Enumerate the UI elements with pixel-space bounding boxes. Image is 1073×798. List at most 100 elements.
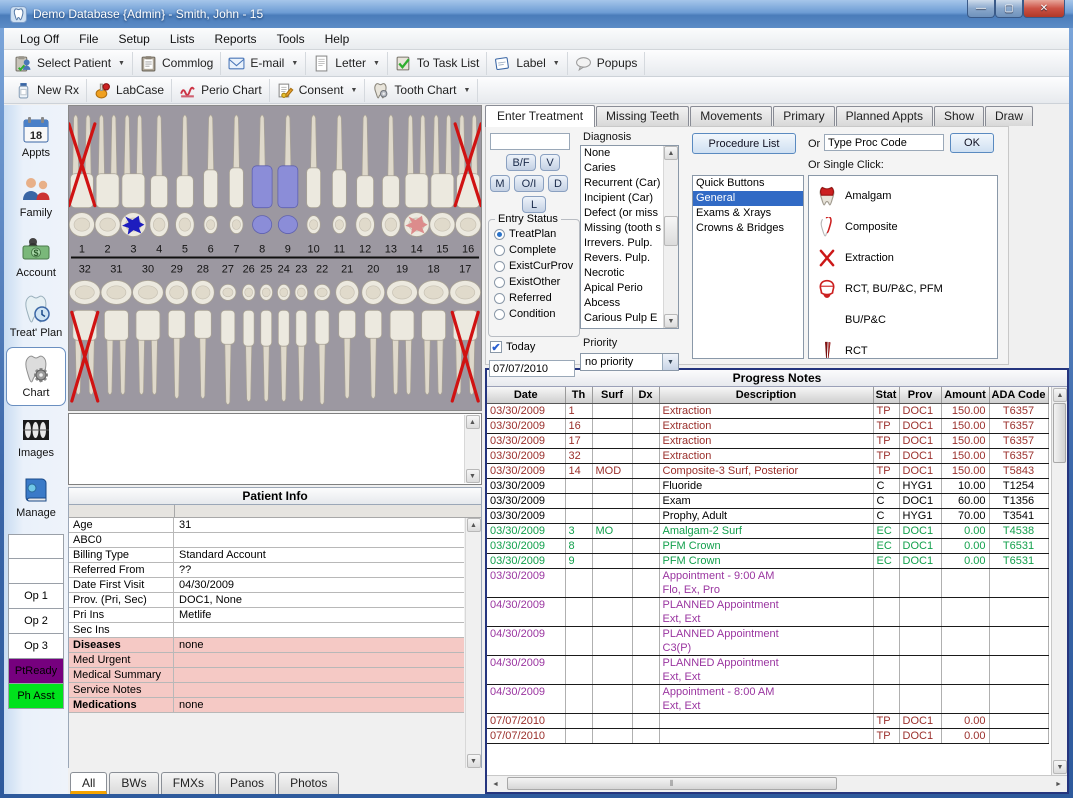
diagnosis-item-incipient-car[interactable]: Incipient (Car) — [581, 191, 663, 206]
chevron-down-icon[interactable]: ▼ — [553, 60, 560, 67]
image-tab-bws[interactable]: BWs — [109, 772, 158, 794]
chevron-down-icon[interactable]: ▼ — [350, 87, 357, 94]
progress-note-row[interactable]: 04/30/2009 Appointment - 8:00 AMExt, Ext — [487, 684, 1048, 713]
progress-notes-header-row[interactable]: DateThSurfDxDescriptionStatProvAmountADA… — [487, 387, 1048, 403]
progress-note-row[interactable]: 04/30/2009 PLANNED AppointmentC3(P) — [487, 626, 1048, 655]
column-header-date[interactable]: Date — [487, 387, 565, 403]
sidebar-item-appts[interactable]: 18Appts — [6, 107, 66, 166]
close-button[interactable]: ✕ — [1023, 0, 1065, 18]
diagnosis-item-recurrent-car[interactable]: Recurrent (Car) — [581, 176, 663, 191]
toolbar-button-popups[interactable]: Popups — [568, 52, 646, 75]
scroll-left-icon[interactable]: ◄ — [488, 777, 503, 791]
today-checkbox[interactable]: ✔ Today — [490, 341, 535, 353]
progress-note-row[interactable]: 03/30/200932 ExtractionTPDOC1150.00T6357 — [487, 448, 1048, 463]
chevron-down-icon[interactable]: ▼ — [463, 87, 470, 94]
tab-planned-appts[interactable]: Planned Appts — [836, 106, 933, 126]
tab-movements[interactable]: Movements — [690, 106, 772, 126]
progress-note-row[interactable]: 03/30/20093MO Amalgam-2 SurfECDOC10.00T4… — [487, 523, 1048, 538]
tab-draw[interactable]: Draw — [985, 106, 1033, 126]
menu-item-reports[interactable]: Reports — [205, 29, 267, 49]
menu-item-tools[interactable]: Tools — [267, 29, 315, 49]
menu-item-file[interactable]: File — [69, 29, 108, 49]
radio-complete[interactable]: Complete — [489, 242, 579, 258]
sidebar-item-account[interactable]: $Account — [6, 227, 66, 286]
scroll-up-icon[interactable]: ▲ — [664, 146, 678, 160]
radio-existother[interactable]: ExistOther — [489, 274, 579, 290]
op-button-op-2[interactable]: Op 2 — [8, 609, 64, 634]
scroll-up-icon[interactable]: ▲ — [466, 415, 480, 429]
ok-button[interactable]: OK — [950, 133, 994, 153]
diagnosis-scrollbar[interactable]: ▲ ▼ — [663, 146, 678, 328]
diagnosis-item-defect-or-miss[interactable]: Defect (or miss — [581, 206, 663, 221]
progress-note-row[interactable]: 03/30/200914MOD Composite-3 Surf, Poster… — [487, 463, 1048, 478]
chevron-down-icon[interactable]: ▼ — [373, 60, 380, 67]
proc-code-input[interactable] — [824, 134, 944, 151]
toolbar-button-label[interactable]: Label▼ — [487, 52, 567, 75]
scroll-down-icon[interactable]: ▼ — [466, 469, 480, 483]
quick-category-exams-xrays[interactable]: Exams & Xrays — [693, 206, 803, 221]
diagnosis-item-apical-perio[interactable]: Apical Perio — [581, 281, 663, 296]
toolbar-button-new-rx[interactable]: New Rx — [8, 79, 87, 102]
progress-note-row[interactable]: 04/30/2009 PLANNED AppointmentExt, Ext — [487, 597, 1048, 626]
toolbar-button-e-mail[interactable]: E-mail▼ — [221, 52, 306, 75]
progress-note-row[interactable]: 03/30/200917 ExtractionTPDOC1150.00T6357 — [487, 433, 1048, 448]
scroll-up-icon[interactable]: ▲ — [1053, 388, 1067, 402]
priority-dropdown[interactable]: no priority ▼ — [580, 353, 679, 371]
radio-existcurprov[interactable]: ExistCurProv — [489, 258, 579, 274]
column-header-dx[interactable]: Dx — [632, 387, 659, 403]
scroll-thumb[interactable] — [1053, 403, 1066, 463]
tooth-chart[interactable]: 1234567891011121314151632313029282726252… — [68, 105, 482, 411]
progress-note-row[interactable]: 03/30/2009 Appointment - 9:00 AMFlo, Ex,… — [487, 568, 1048, 597]
tab-missing-teeth[interactable]: Missing Teeth — [596, 106, 689, 126]
toolbar-button-labcase[interactable]: LabCase — [87, 79, 172, 102]
chevron-down-icon[interactable]: ▼ — [662, 354, 678, 370]
tab-enter-treatment[interactable]: Enter Treatment — [485, 105, 595, 127]
column-header-prov[interactable]: Prov — [899, 387, 941, 403]
sidebar-item-manage[interactable]: Manage — [6, 467, 66, 526]
radio-treatplan[interactable]: TreatPlan — [489, 226, 579, 242]
image-tab-all[interactable]: All — [70, 772, 107, 794]
chevron-down-icon[interactable]: ▼ — [118, 60, 125, 67]
quick-button-composite[interactable]: Composite — [809, 211, 997, 242]
quick-button-rct-bu-p-c-pfm[interactable]: RCT, BU/P&C, PFM — [809, 273, 997, 304]
diagnosis-item-none[interactable]: None — [581, 146, 663, 161]
diagnosis-item-revers-pulp[interactable]: Revers. Pulp. — [581, 251, 663, 266]
toolbar-button-tooth-chart[interactable]: Tooth Chart▼ — [365, 79, 478, 102]
scroll-down-icon[interactable]: ▼ — [467, 754, 481, 768]
toolbar-button-to-task-list[interactable]: To Task List — [388, 52, 487, 75]
progress-note-row[interactable]: 03/30/20099 PFM CrownECDOC10.00T6531 — [487, 553, 1048, 568]
surface-display-field[interactable] — [490, 133, 570, 150]
toolbar-button-letter[interactable]: Letter▼ — [306, 52, 388, 75]
quick-category-crowns-bridges[interactable]: Crowns & Bridges — [693, 221, 803, 236]
toolbar-button-select-patient[interactable]: Select Patient▼ — [8, 52, 133, 75]
diagnosis-item-irrevers-pulp[interactable]: Irrevers. Pulp. — [581, 236, 663, 251]
progress-note-row[interactable]: 03/30/20098 PFM CrownECDOC10.00T6531 — [487, 538, 1048, 553]
toolbar-button-commlog[interactable]: Commlog — [133, 52, 221, 75]
quick-button-amalgam[interactable]: Amalgam — [809, 180, 997, 211]
menu-item-log-off[interactable]: Log Off — [10, 29, 69, 49]
diagnosis-item-missing-tooth-s[interactable]: Missing (tooth s — [581, 221, 663, 236]
radio-referred[interactable]: Referred — [489, 290, 579, 306]
column-header-th[interactable]: Th — [565, 387, 592, 403]
progress-notes-vscrollbar[interactable]: ▲ ▼ — [1051, 387, 1067, 775]
column-header-description[interactable]: Description — [659, 387, 873, 403]
menu-item-help[interactable]: Help — [315, 29, 360, 49]
surface-button-m[interactable]: M — [490, 175, 510, 192]
image-tab-fmxs[interactable]: FMXs — [161, 772, 216, 794]
procedure-date-field[interactable] — [489, 360, 575, 377]
op-button-ptready[interactable]: PtReady — [8, 659, 64, 684]
op-button-op-1[interactable]: Op 1 — [8, 584, 64, 609]
menu-item-setup[interactable]: Setup — [108, 29, 159, 49]
note-scrollbar[interactable]: ▲ ▼ — [464, 415, 480, 483]
progress-note-row[interactable]: 03/30/2009 ExamCDOC160.00T1356 — [487, 493, 1048, 508]
scroll-right-icon[interactable]: ► — [1051, 777, 1066, 791]
surface-button-d[interactable]: D — [548, 175, 568, 192]
diagnosis-item-carious-pulp-e[interactable]: Carious Pulp E — [581, 311, 663, 326]
progress-note-row[interactable]: 04/30/2009 PLANNED AppointmentExt, Ext — [487, 655, 1048, 684]
scroll-up-icon[interactable]: ▲ — [467, 518, 481, 532]
procedure-list-button[interactable]: Procedure List — [692, 133, 796, 154]
quick-category-general[interactable]: General — [693, 191, 803, 206]
progress-note-row[interactable]: 07/07/2010 TPDOC10.00 — [487, 713, 1048, 728]
scroll-thumb[interactable] — [664, 216, 678, 246]
surface-button-o-i[interactable]: O/I — [514, 175, 544, 192]
